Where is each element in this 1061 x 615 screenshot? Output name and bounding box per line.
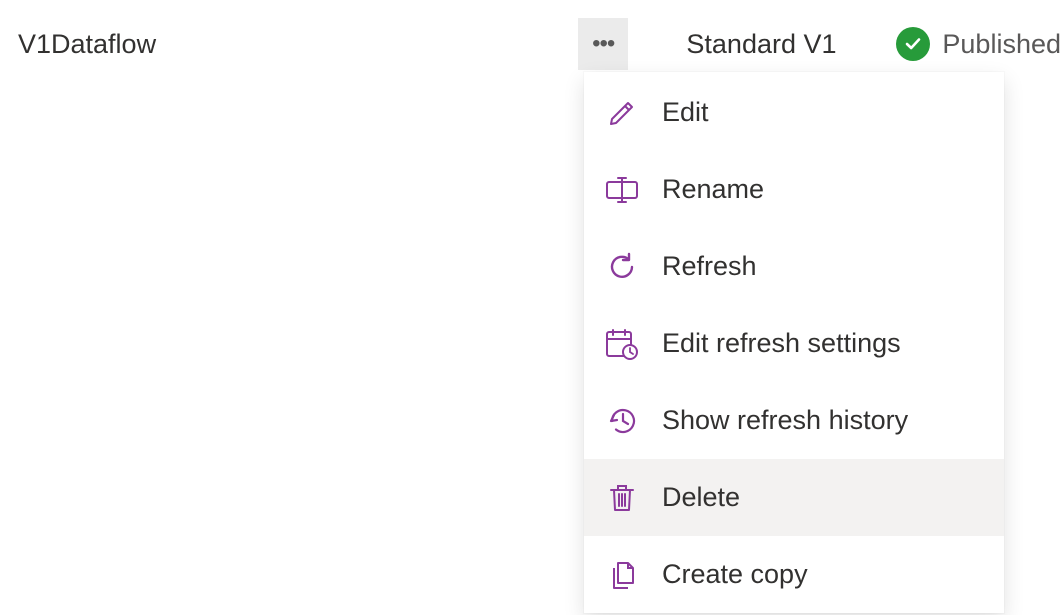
- menu-item-rename[interactable]: Rename: [584, 151, 1004, 228]
- dataflow-name[interactable]: V1Dataflow: [18, 29, 578, 60]
- menu-item-label: Create copy: [662, 559, 808, 590]
- menu-item-label: Rename: [662, 174, 764, 205]
- more-options-button[interactable]: •••: [578, 18, 628, 70]
- menu-item-delete[interactable]: Delete: [584, 459, 1004, 536]
- menu-item-label: Edit refresh settings: [662, 328, 901, 359]
- menu-item-label: Edit: [662, 97, 709, 128]
- status-label: Published: [942, 29, 1061, 60]
- status-badge: Published: [896, 27, 1061, 61]
- menu-item-edit-refresh-settings[interactable]: Edit refresh settings: [584, 305, 1004, 382]
- calendar-clock-icon: [604, 326, 640, 362]
- trash-icon: [604, 480, 640, 516]
- dataflow-type: Standard V1: [686, 29, 886, 60]
- menu-item-label: Refresh: [662, 251, 757, 282]
- menu-item-label: Show refresh history: [662, 405, 908, 436]
- menu-item-edit[interactable]: Edit: [584, 74, 1004, 151]
- rename-icon: [604, 172, 640, 208]
- menu-item-label: Delete: [662, 482, 740, 513]
- history-icon: [604, 403, 640, 439]
- menu-item-create-copy[interactable]: Create copy: [584, 536, 1004, 613]
- context-menu: Edit Rename Refresh: [584, 72, 1004, 613]
- check-icon: [896, 27, 930, 61]
- refresh-icon: [604, 249, 640, 285]
- ellipsis-icon: •••: [592, 32, 614, 56]
- copy-icon: [604, 557, 640, 593]
- menu-item-refresh[interactable]: Refresh: [584, 228, 1004, 305]
- menu-item-show-refresh-history[interactable]: Show refresh history: [584, 382, 1004, 459]
- pencil-icon: [604, 95, 640, 131]
